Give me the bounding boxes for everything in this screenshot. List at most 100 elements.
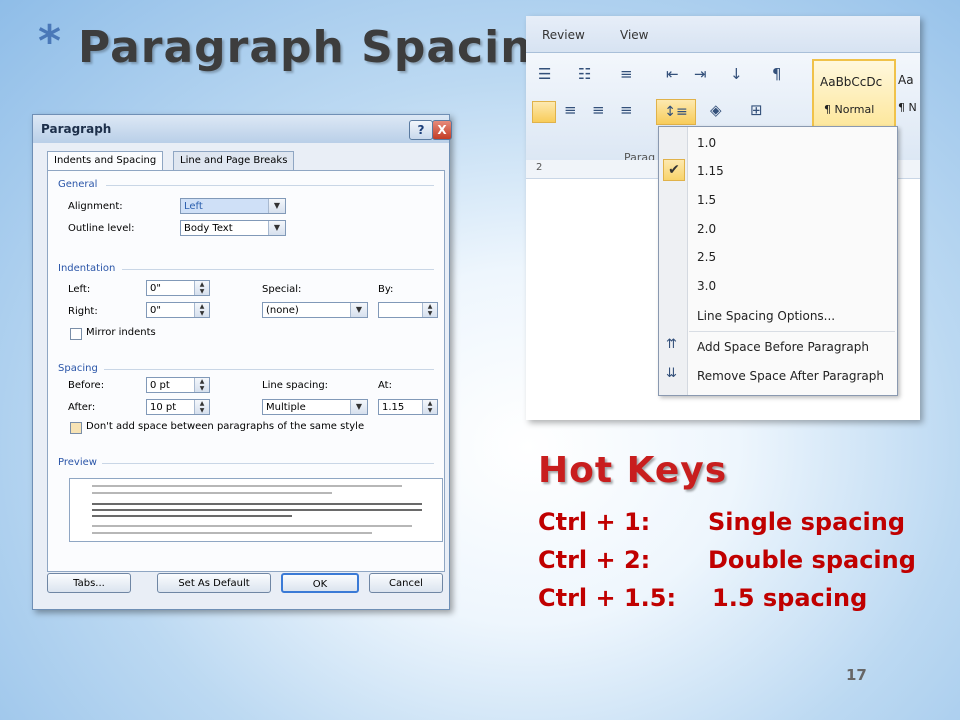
numbering-icon[interactable]: ☷ — [578, 65, 591, 83]
menu-separator — [689, 331, 895, 332]
tab-review[interactable]: Review — [542, 28, 585, 42]
dialog-titlebar: Paragraph ? X — [33, 115, 452, 143]
line-spacing-label: Line spacing: — [262, 380, 329, 391]
style-normal-sample: AaBbCcDc — [820, 75, 883, 89]
outline-level-value: Body Text — [184, 223, 233, 234]
special-select[interactable]: (none) ▼ — [262, 302, 368, 318]
menu-item-3-0[interactable]: 3.0 — [697, 279, 716, 293]
align-right-icon[interactable]: ≡ — [592, 101, 605, 119]
line-spacing-button[interactable]: ↕≡ — [656, 99, 696, 125]
at-label: At: — [378, 380, 392, 391]
bullets-icon[interactable]: ☰ — [538, 65, 551, 83]
menu-item-2-5[interactable]: 2.5 — [697, 250, 716, 264]
sort-icon[interactable]: ↓ — [730, 65, 743, 83]
spinner-arrows-icon[interactable]: ▲ ▼ — [422, 400, 437, 414]
hotkey-1-key: Ctrl + 1: — [538, 508, 651, 536]
align-center-icon[interactable]: ≡ — [564, 101, 577, 119]
hotkey-3-action: 1.5 spacing — [712, 584, 868, 612]
menu-item-line-spacing-options[interactable]: Line Spacing Options... — [697, 309, 835, 323]
line-spacing-select[interactable]: Multiple ▼ — [262, 399, 368, 415]
indent-left-label: Left: — [68, 284, 91, 295]
pilcrow-icon[interactable]: ¶ — [772, 65, 782, 83]
hotkey-2-key: Ctrl + 2: — [538, 546, 651, 574]
menu-item-add-space-before[interactable]: Add Space Before Paragraph — [697, 340, 869, 354]
menu-item-remove-space-after[interactable]: Remove Space After Paragraph — [697, 369, 884, 383]
help-button[interactable]: ? — [409, 120, 433, 140]
spinner-arrows-icon[interactable]: ▲ ▼ — [194, 400, 209, 414]
ruler-mark: 2 — [536, 162, 543, 173]
indent-right-value: 0" — [150, 305, 161, 316]
menu-item-2-0[interactable]: 2.0 — [697, 222, 716, 236]
preview-line — [92, 485, 402, 487]
spacing-before-label: Before: — [68, 380, 105, 391]
spacing-after-value: 10 pt — [150, 402, 177, 413]
style-normal[interactable]: AaBbCcDc ¶ Normal — [812, 59, 896, 129]
divider — [102, 463, 434, 464]
title-star-bullet: * — [38, 16, 62, 67]
outline-level-label: Outline level: — [68, 223, 135, 234]
chevron-down-icon: ▼ — [268, 221, 285, 235]
divider — [104, 369, 434, 370]
preview-sample-line — [92, 515, 292, 517]
spinner-arrows-icon[interactable]: ▲ ▼ — [422, 303, 437, 317]
tab-indents-and-spacing[interactable]: Indents and Spacing — [47, 151, 164, 171]
chevron-down-icon: ▼ — [268, 199, 285, 213]
tabs-button[interactable]: Tabs... — [47, 573, 131, 593]
close-button[interactable]: X — [432, 120, 452, 140]
style-next-sample[interactable]: Aa — [898, 73, 914, 87]
tab-view[interactable]: View — [620, 28, 648, 42]
decrease-indent-icon[interactable]: ⇤ — [666, 65, 679, 83]
align-left-icon[interactable] — [532, 101, 556, 123]
cancel-button[interactable]: Cancel — [369, 573, 443, 593]
multilevel-list-icon[interactable]: ≡ — [620, 65, 633, 83]
outline-level-select[interactable]: Body Text ▼ — [180, 220, 286, 236]
by-label: By: — [378, 284, 394, 295]
justify-icon[interactable]: ≡ — [620, 101, 633, 119]
hotkey-2-action: Double spacing — [708, 546, 916, 574]
spinner-arrows-icon[interactable]: ▲ ▼ — [194, 281, 209, 295]
menu-item-1-5[interactable]: 1.5 — [697, 193, 716, 207]
special-label: Special: — [262, 284, 302, 295]
alignment-select[interactable]: Left ▼ — [180, 198, 286, 214]
at-spinner[interactable]: 1.15 ▲ ▼ — [378, 399, 438, 415]
line-spacing-menu: ✔ 1.0 1.15 1.5 2.0 2.5 3.0 Line Spacing … — [658, 126, 898, 396]
menu-item-1-0[interactable]: 1.0 — [697, 136, 716, 150]
shading-icon[interactable]: ◈ — [710, 101, 722, 119]
mirror-indents-label: Mirror indents — [86, 327, 156, 338]
alignment-value: Left — [184, 201, 203, 212]
spacing-after-label: After: — [68, 402, 96, 413]
spacing-after-spinner[interactable]: 10 pt ▲ ▼ — [146, 399, 210, 415]
preview-line — [92, 532, 372, 534]
dont-add-space-checkbox[interactable] — [70, 422, 82, 434]
divider — [106, 185, 434, 186]
spinner-arrows-icon[interactable]: ▲ ▼ — [194, 303, 209, 317]
indent-right-spinner[interactable]: 0" ▲ ▼ — [146, 302, 210, 318]
chevron-down-icon: ▼ — [350, 400, 367, 414]
borders-icon[interactable]: ⊞ — [750, 101, 763, 119]
hotkey-3-key: Ctrl + 1.5: — [538, 584, 677, 612]
dont-add-space-label: Don't add space between paragraphs of th… — [86, 421, 365, 432]
slide-title: Paragraph Spacing — [78, 22, 566, 73]
special-value: (none) — [266, 305, 299, 316]
spacing-before-spinner[interactable]: 0 pt ▲ ▼ — [146, 377, 210, 393]
indent-left-value: 0" — [150, 283, 161, 294]
style-normal-label: ¶ Normal — [824, 103, 875, 116]
mirror-indents-checkbox[interactable] — [70, 328, 82, 340]
increase-indent-icon[interactable]: ⇥ — [694, 65, 707, 83]
by-spinner[interactable]: ▲ ▼ — [378, 302, 438, 318]
ribbon-tab-bar: Review View — [526, 16, 920, 52]
preview-box — [69, 478, 443, 542]
indent-left-spinner[interactable]: 0" ▲ ▼ — [146, 280, 210, 296]
section-indentation-heading: Indentation — [58, 263, 116, 274]
alignment-label: Alignment: — [68, 201, 123, 212]
set-as-default-button[interactable]: Set As Default — [157, 573, 271, 593]
divider — [122, 269, 434, 270]
ok-button[interactable]: OK — [281, 573, 359, 593]
section-general-heading: General — [58, 179, 98, 190]
spinner-arrows-icon[interactable]: ▲ ▼ — [194, 378, 209, 392]
paragraph-dialog: Paragraph ? X Indents and Spacing Line a… — [32, 114, 452, 610]
page-number: 17 — [846, 666, 867, 684]
spacing-before-value: 0 pt — [150, 380, 170, 391]
menu-item-1-15[interactable]: 1.15 — [697, 164, 724, 178]
tab-line-and-page-breaks[interactable]: Line and Page Breaks — [173, 151, 295, 170]
